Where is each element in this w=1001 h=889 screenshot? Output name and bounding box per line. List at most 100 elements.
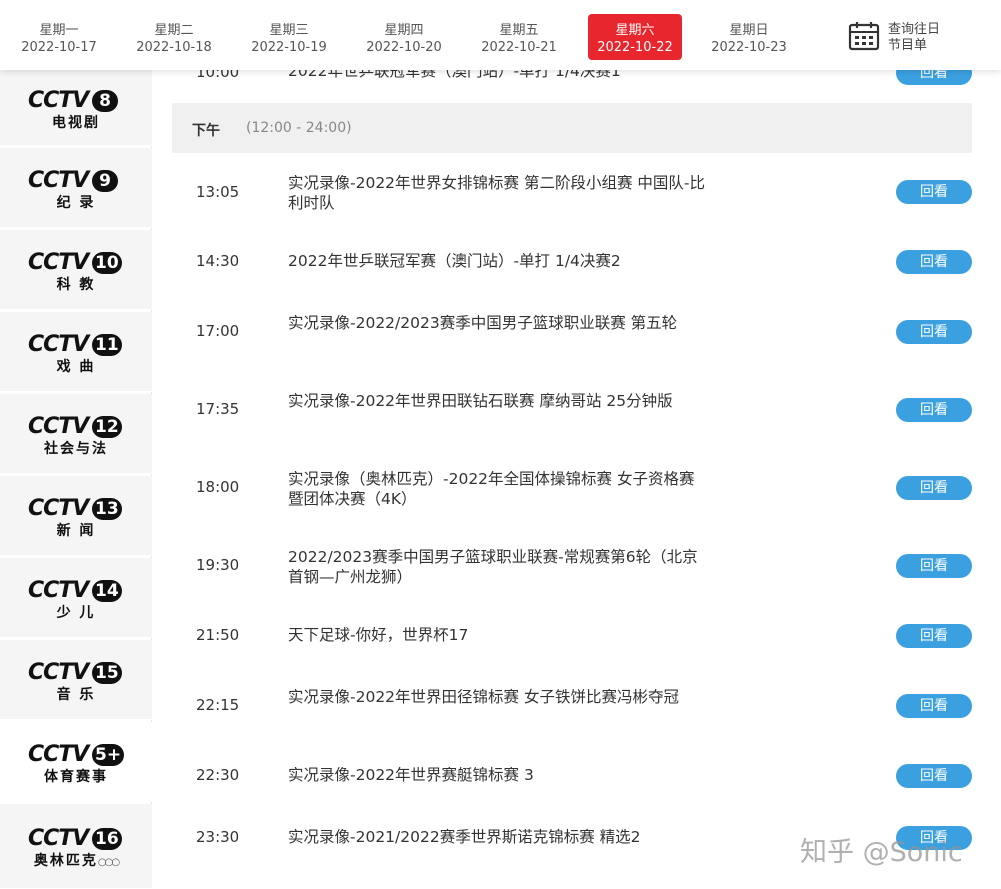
day-weekday: 星期四 (384, 23, 424, 38)
cctv5plus-logo: CCTV 5+ 体育赛事 (28, 740, 125, 785)
channel-cctv13[interactable]: CCTV 13 新 闻 (0, 476, 152, 556)
program-row: 22:30 实况录像-2022年世界赛艇锦标赛 3 回看 (172, 764, 972, 788)
channel-cctv15[interactable]: CCTV 15 音 乐 (0, 640, 152, 720)
program-title[interactable]: 实况录像-2022年世界田径锦标赛 女子铁饼比赛冯彬夺冠 (288, 687, 708, 707)
replay-button[interactable]: 回看 (896, 764, 972, 788)
program-title[interactable]: 实况录像（奥林匹克）-2022年全国体操锦标赛 女子资格赛暨团体决赛（4K） (288, 469, 708, 509)
day-weekday: 星期六 (615, 23, 655, 38)
cctv13-logo: CCTV 13 新 闻 (28, 494, 124, 539)
program-title[interactable]: 2022年世乒联冠军赛（澳门站）-单打 1/4决赛2 (288, 251, 708, 271)
channel-number: 15 (92, 661, 122, 684)
cctv15-logo: CCTV 15 音 乐 (28, 658, 124, 703)
channel-number: 16 (92, 828, 122, 850)
channel-cctv11[interactable]: CCTV 11 戏 曲 (0, 312, 152, 392)
program-title[interactable]: 天下足球-你好，世界杯17 (288, 625, 708, 645)
day-date: 2022-10-17 (21, 40, 97, 55)
replay-button[interactable]: 回看 (896, 398, 972, 422)
program-row: 21:50 天下足球-你好，世界杯17 回看 (172, 624, 972, 648)
channel-number: 11 (92, 333, 122, 356)
channel-brand: CCTV (28, 577, 89, 603)
channel-cctv12[interactable]: CCTV 12 社会与法 (0, 394, 152, 474)
channel-name: 新 闻 (56, 522, 96, 539)
channel-brand: CCTV (28, 741, 89, 767)
calendar-icon (848, 22, 880, 51)
program-schedule: 10:00 2022年世乒联冠军赛（澳门站）-单打 1/4决赛1 回看 下午 (… (172, 0, 972, 889)
cctv10-logo: CCTV 10 科 教 (28, 248, 124, 293)
cctv8-logo: CCTV 8 电视剧 (28, 86, 124, 131)
program-time: 14:30 (196, 252, 240, 270)
replay-button[interactable]: 回看 (896, 180, 972, 204)
section-time-range: (12:00 - 24:00) (246, 120, 352, 136)
day-date: 2022-10-20 (366, 40, 442, 55)
day-date: 2022-10-18 (136, 40, 212, 55)
history-schedule-button[interactable]: 查询往日 节目单 (846, 18, 956, 58)
channel-name: 科 教 (56, 276, 96, 293)
program-title[interactable]: 实况录像-2022年世界田联钻石联赛 摩纳哥站 25分钟版 (288, 391, 708, 411)
program-time: 13:05 (196, 183, 240, 201)
program-row: 13:05 实况录像-2022年世界女排锦标赛 第二阶段小组赛 中国队-比利时队… (172, 172, 972, 216)
channel-name-text: 奥林匹克 (33, 853, 98, 869)
replay-button[interactable]: 回看 (896, 694, 972, 718)
program-time: 18:00 (196, 478, 240, 496)
program-time: 17:00 (196, 322, 240, 340)
cctv12-logo: CCTV 12 社会与法 (28, 412, 124, 457)
program-time: 23:30 (196, 828, 240, 846)
channel-number: 8 (92, 89, 118, 112)
program-time: 22:30 (196, 766, 240, 784)
replay-button[interactable]: 回看 (896, 320, 972, 344)
cctv11-logo: CCTV 11 戏 曲 (28, 330, 124, 375)
day-tab-wednesday[interactable]: 星期三 2022-10-19 (242, 14, 336, 60)
program-title[interactable]: 实况录像-2021/2022赛季世界斯诺克锦标赛 精选2 (288, 827, 708, 847)
program-time: 21:50 (196, 626, 240, 644)
program-row: 17:00 实况录像-2022/2023赛季中国男子篮球职业联赛 第五轮 回看 (172, 312, 972, 356)
day-tab-monday[interactable]: 星期一 2022-10-17 (12, 14, 106, 60)
day-tab-friday[interactable]: 星期五 2022-10-21 (472, 14, 566, 60)
channel-brand: CCTV (28, 87, 89, 113)
day-tab-sunday[interactable]: 星期日 2022-10-23 (702, 14, 796, 60)
replay-button[interactable]: 回看 (896, 624, 972, 648)
channel-cctv8[interactable]: CCTV 8 电视剧 (0, 70, 152, 146)
day-tab-tuesday[interactable]: 星期二 2022-10-18 (127, 14, 221, 60)
cctv14-logo: CCTV 14 少 儿 (28, 576, 124, 621)
channel-brand: CCTV (28, 495, 89, 521)
channel-name: 电视剧 (52, 114, 100, 131)
channel-cctv14[interactable]: CCTV 14 少 儿 (0, 558, 152, 638)
replay-button[interactable]: 回看 (896, 250, 972, 274)
program-row: 14:30 2022年世乒联冠军赛（澳门站）-单打 1/4决赛2 回看 (172, 250, 972, 274)
program-title[interactable]: 实况录像-2022年世界赛艇锦标赛 3 (288, 765, 708, 785)
program-time: 19:30 (196, 556, 240, 574)
replay-button[interactable]: 回看 (896, 476, 972, 500)
channel-name: 戏 曲 (56, 358, 96, 375)
day-date: 2022-10-19 (251, 40, 327, 55)
channel-name: 音 乐 (56, 686, 96, 703)
channel-number: 13 (92, 497, 122, 520)
program-title[interactable]: 实况录像-2022/2023赛季中国男子篮球职业联赛 第五轮 (288, 313, 708, 333)
channel-cctv16[interactable]: CCTV 16 奥林匹克○○○ (0, 804, 152, 889)
program-row: 17:35 实况录像-2022年世界田联钻石联赛 摩纳哥站 25分钟版 回看 (172, 390, 972, 434)
day-weekday: 星期五 (499, 23, 539, 38)
day-weekday: 星期一 (39, 23, 79, 38)
day-tab-saturday[interactable]: 星期六 2022-10-22 (588, 14, 682, 60)
channel-number: 9 (92, 169, 118, 192)
olympic-rings-icon: ○○○ (97, 857, 120, 868)
channel-brand: CCTV (28, 659, 89, 685)
channel-name: 少 儿 (56, 604, 96, 621)
date-tab-bar: 星期一 2022-10-17 星期二 2022-10-18 星期三 2022-1… (0, 0, 1001, 70)
day-weekday: 星期日 (729, 23, 769, 38)
history-label-line1: 查询往日 (888, 22, 941, 37)
zhihu-watermark: 知乎 @Sonic (800, 837, 963, 868)
program-title[interactable]: 实况录像-2022年世界女排锦标赛 第二阶段小组赛 中国队-比利时队 (288, 173, 708, 213)
channel-brand: CCTV (28, 167, 89, 193)
program-time: 17:35 (196, 400, 240, 418)
channel-cctv10[interactable]: CCTV 10 科 教 (0, 230, 152, 310)
channel-cctv9[interactable]: CCTV 9 纪 录 (0, 148, 152, 228)
channel-sidebar: CCTV 8 电视剧 CCTV 9 纪 录 CCTV 10 科 教 CCTV 1… (0, 70, 152, 889)
day-tab-thursday[interactable]: 星期四 2022-10-20 (357, 14, 451, 60)
program-title[interactable]: 2022/2023赛季中国男子篮球职业联赛-常规赛第6轮（北京首钢—广州龙狮） (288, 547, 708, 587)
channel-cctv5plus[interactable]: CCTV 5+ 体育赛事 (0, 722, 152, 802)
day-date: 2022-10-23 (711, 40, 787, 55)
section-label: 下午 (192, 123, 220, 139)
afternoon-section-header: 下午 (12:00 - 24:00) (172, 103, 972, 153)
cctv16-logo: CCTV 16 奥林匹克○○○ (28, 824, 124, 869)
replay-button[interactable]: 回看 (896, 554, 972, 578)
